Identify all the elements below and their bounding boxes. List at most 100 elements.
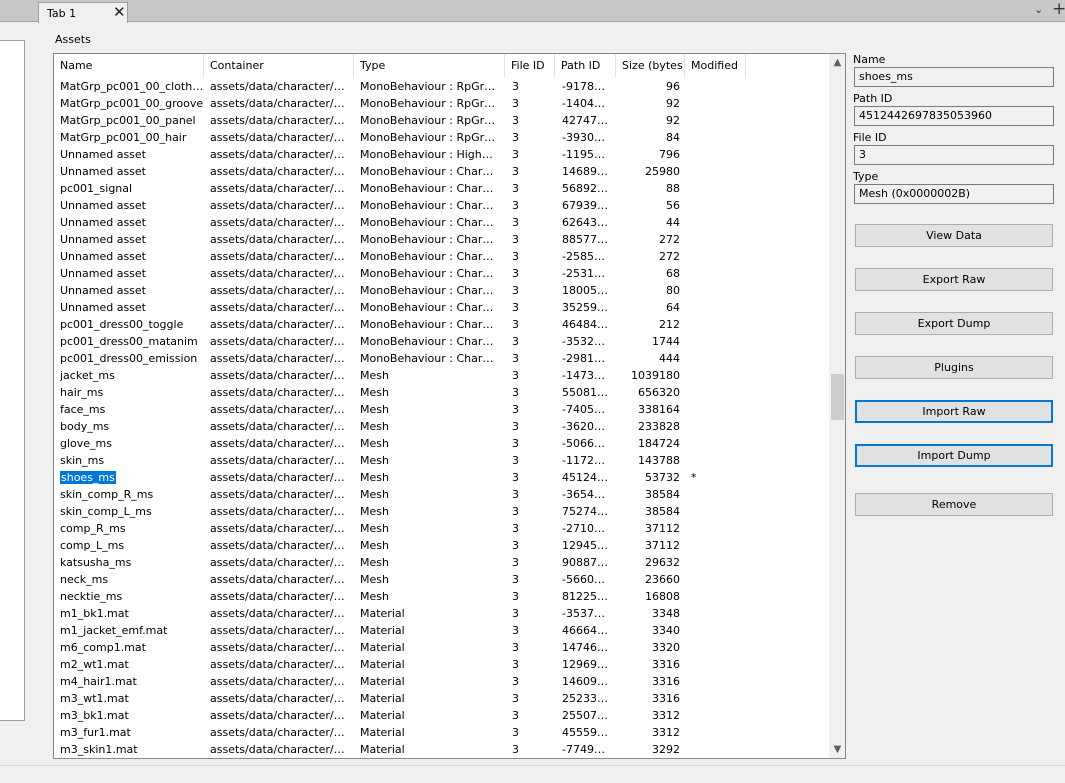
table-row[interactable]: pc001_signal assets/data/character/pla...… [54,180,829,197]
cell-name: m3_skin1.mat [60,743,138,756]
export-raw-button[interactable]: Export Raw [855,268,1053,291]
table-row[interactable]: m2_wt1.mat assets/data/character/pla... Ma… [54,656,829,673]
cell-name: pc001_dress00_emission [60,352,198,365]
cell-type: Material [360,624,405,637]
table-row[interactable]: skin_comp_R_ms assets/data/character/pla.… [54,486,829,503]
table-row[interactable]: Unnamed asset assets/data/character/pla..… [54,146,829,163]
cell-type: MonoBehaviour : Charact... [360,233,500,246]
table-row[interactable]: Unnamed asset assets/data/character/pla..… [54,231,829,248]
chevron-down-icon[interactable]: ⌄ [1034,3,1043,16]
cell-container: assets/data/character/pla... [210,165,350,178]
cell-container: assets/data/character/pla... [210,318,350,331]
scroll-up-icon[interactable]: ▲ [829,54,845,71]
import-dump-button[interactable]: Import Dump [855,444,1053,467]
remove-button[interactable]: Remove [855,493,1053,516]
type-field[interactable]: Mesh (0x0000002B) [854,184,1054,204]
cell-container: assets/data/character/pla... [210,437,350,450]
table-row[interactable]: MatGrp_pc001_00_groove assets/data/charac… [54,95,829,112]
cell-size: 84 [666,131,680,144]
cell-size: 88 [666,182,680,195]
cell-path-id: 451244... [562,471,610,484]
table-row-selected[interactable]: shoes_ms assets/data/character/pla... Mesh… [54,469,829,486]
table-row[interactable]: Unnamed asset assets/data/character/pla..… [54,265,829,282]
import-raw-button[interactable]: Import Raw [855,400,1053,423]
cell-container: assets/data/character/pla... [210,539,350,552]
table-row[interactable]: skin_comp_L_ms assets/data/character/pla.… [54,503,829,520]
table-row[interactable]: m6_comp1.mat assets/data/character/pla...… [54,639,829,656]
table-row[interactable]: MatGrp_pc001_00_clothes assets/data/chara… [54,78,829,95]
column-header-name[interactable]: Name [54,54,204,78]
cell-file-id: 3 [512,743,519,756]
table-row[interactable]: Unnamed asset assets/data/character/pla..… [54,163,829,180]
table-row[interactable]: pc001_dress00_toggle assets/data/characte… [54,316,829,333]
cell-name: katsusha_ms [60,556,132,569]
tab-1[interactable]: Tab 1 ✕ [38,2,128,23]
table-row[interactable]: Unnamed asset assets/data/character/pla..… [54,282,829,299]
cell-file-id: 3 [512,250,519,263]
table-row[interactable]: pc001_dress00_emission assets/data/charac… [54,350,829,367]
table-row[interactable]: comp_L_ms assets/data/character/pla... Mes… [54,537,829,554]
table-row[interactable]: m3_bk1.mat assets/data/character/pla... Ma… [54,707,829,724]
table-row[interactable]: m1_jacket_emf.mat assets/data/character/p… [54,622,829,639]
plugins-button[interactable]: Plugins [855,356,1053,379]
table-row[interactable]: m3_wt1.mat assets/data/character/pla... Ma… [54,690,829,707]
add-tab-icon[interactable]: + [1052,0,1065,19]
table-row[interactable]: katsusha_ms assets/data/character/pla... M… [54,554,829,571]
table-row[interactable]: pc001_dress00_matanim assets/data/charact… [54,333,829,350]
cell-name: m1_jacket_emf.mat [60,624,168,637]
table-row[interactable]: m3_skin1.mat assets/data/character/pla...… [54,741,829,758]
table-row[interactable]: Unnamed asset assets/data/character/pla..… [54,248,829,265]
cell-path-id: -36545... [562,488,610,501]
column-header-file-id[interactable]: File ID [505,54,555,78]
column-header-container[interactable]: Container [204,54,354,78]
path-id-field[interactable]: 4512442697835053960 [854,106,1054,126]
cell-name: pc001_signal [60,182,133,195]
vertical-scrollbar[interactable]: ▲ ▼ [829,54,845,758]
cell-size: 16808 [645,590,680,603]
table-row[interactable]: body_ms assets/data/character/pla... Mesh 3… [54,418,829,435]
table-row[interactable]: Unnamed asset assets/data/character/pla..… [54,299,829,316]
scrollbar-thumb[interactable] [831,374,844,420]
close-icon[interactable]: ✕ [113,4,126,20]
view-data-button[interactable]: View Data [855,224,1053,247]
table-row[interactable]: Unnamed asset assets/data/character/pla..… [54,214,829,231]
cell-modified [691,231,731,248]
table-row[interactable]: MatGrp_pc001_00_panel assets/data/charact… [54,112,829,129]
column-header-modified[interactable]: Modified [685,54,746,78]
cell-size: 272 [659,233,680,246]
cell-path-id: -14041... [562,97,610,110]
table-row[interactable]: m1_bk1.mat assets/data/character/pla... Ma… [54,605,829,622]
scroll-down-icon[interactable]: ▼ [829,741,845,758]
table-row[interactable]: comp_R_ms assets/data/character/pla... Mes… [54,520,829,537]
table-row[interactable]: hair_ms assets/data/character/pla... Mesh 3… [54,384,829,401]
table-row[interactable]: MatGrp_pc001_00_hair assets/data/characte… [54,129,829,146]
table-row[interactable]: neck_ms assets/data/character/pla... Mesh 3… [54,571,829,588]
column-header-size[interactable]: Size (bytes) [616,54,685,78]
cell-file-id: 3 [512,233,519,246]
file-id-field[interactable]: 3 [854,145,1054,165]
table-row[interactable]: face_ms assets/data/character/pla... Mesh 3… [54,401,829,418]
cell-path-id: 129452... [562,539,610,552]
cell-container: assets/data/character/pla... [210,335,350,348]
cell-type: MonoBehaviour : Chara.C... [360,301,500,314]
column-header-type[interactable]: Type [354,54,505,78]
cell-path-id: -36206... [562,420,610,433]
cell-name: m3_bk1.mat [60,709,129,722]
table-row[interactable]: m4_hair1.mat assets/data/character/pla...… [54,673,829,690]
table-row[interactable]: glove_ms assets/data/character/pla... Mesh… [54,435,829,452]
name-field[interactable]: shoes_ms [854,67,1054,87]
cell-modified [691,129,731,146]
table-row[interactable]: skin_ms assets/data/character/pla... Mesh 3… [54,452,829,469]
table-row[interactable]: Unnamed asset assets/data/character/pla..… [54,197,829,214]
cell-size: 3312 [652,709,680,722]
cell-name: face_ms [60,403,106,416]
export-dump-button[interactable]: Export Dump [855,312,1053,335]
cell-size: 3320 [652,641,680,654]
cell-container: assets/data/character/pla... [210,590,350,603]
column-header-path-id[interactable]: Path ID [555,54,616,78]
table-row[interactable]: m3_fur1.mat assets/data/character/pla... M… [54,724,829,741]
table-row[interactable]: necktie_ms assets/data/character/pla... Me… [54,588,829,605]
assets-table[interactable]: Name Container Type File ID Path ID Size… [53,53,846,759]
cell-name: Unnamed asset [60,267,146,280]
table-row[interactable]: jacket_ms assets/data/character/pla... Mes… [54,367,829,384]
